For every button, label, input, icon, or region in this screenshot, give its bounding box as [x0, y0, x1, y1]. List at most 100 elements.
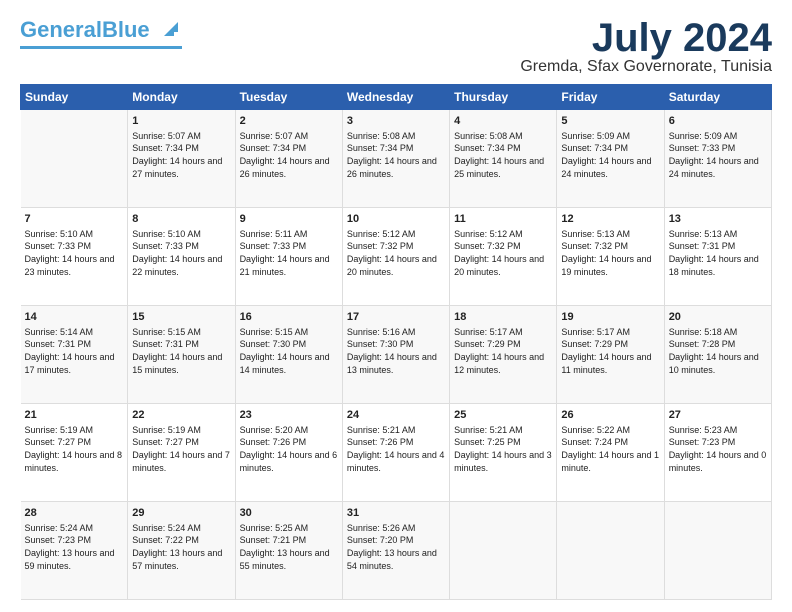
calendar-day-cell: 3Sunrise: 5:08 AMSunset: 7:34 PMDaylight…	[342, 110, 449, 208]
calendar-week-row: 14Sunrise: 5:14 AMSunset: 7:31 PMDayligh…	[21, 306, 772, 404]
sun-info: Sunrise: 5:17 AMSunset: 7:29 PMDaylight:…	[454, 326, 552, 376]
day-number: 29	[132, 506, 230, 521]
day-number: 11	[454, 212, 552, 227]
day-number: 31	[347, 506, 445, 521]
calendar-day-cell: 20Sunrise: 5:18 AMSunset: 7:28 PMDayligh…	[664, 306, 771, 404]
sun-info: Sunrise: 5:26 AMSunset: 7:20 PMDaylight:…	[347, 522, 445, 572]
day-number: 26	[561, 408, 659, 423]
day-number: 3	[347, 114, 445, 129]
calendar-day-cell: 5Sunrise: 5:09 AMSunset: 7:34 PMDaylight…	[557, 110, 664, 208]
calendar-day-cell: 28Sunrise: 5:24 AMSunset: 7:23 PMDayligh…	[21, 502, 128, 600]
calendar-day-cell: 24Sunrise: 5:21 AMSunset: 7:26 PMDayligh…	[342, 404, 449, 502]
sun-info: Sunrise: 5:08 AMSunset: 7:34 PMDaylight:…	[347, 130, 445, 180]
sun-info: Sunrise: 5:24 AMSunset: 7:23 PMDaylight:…	[25, 522, 124, 572]
day-number: 10	[347, 212, 445, 227]
calendar-day-cell: 18Sunrise: 5:17 AMSunset: 7:29 PMDayligh…	[450, 306, 557, 404]
page-subtitle: Gremda, Sfax Governorate, Tunisia	[520, 58, 772, 76]
calendar-day-cell: 6Sunrise: 5:09 AMSunset: 7:33 PMDaylight…	[664, 110, 771, 208]
day-number: 7	[25, 212, 124, 227]
logo-blue: Blue	[102, 17, 150, 42]
calendar-day-cell: 15Sunrise: 5:15 AMSunset: 7:31 PMDayligh…	[128, 306, 235, 404]
sun-info: Sunrise: 5:11 AMSunset: 7:33 PMDaylight:…	[240, 228, 338, 278]
calendar-week-row: 28Sunrise: 5:24 AMSunset: 7:23 PMDayligh…	[21, 502, 772, 600]
calendar-day-cell: 8Sunrise: 5:10 AMSunset: 7:33 PMDaylight…	[128, 208, 235, 306]
day-number: 9	[240, 212, 338, 227]
day-number: 23	[240, 408, 338, 423]
calendar-day-cell	[664, 502, 771, 600]
page-title: July 2024	[520, 18, 772, 58]
day-number: 6	[669, 114, 767, 129]
calendar-day-cell: 21Sunrise: 5:19 AMSunset: 7:27 PMDayligh…	[21, 404, 128, 502]
day-number: 27	[669, 408, 767, 423]
day-number: 4	[454, 114, 552, 129]
sun-info: Sunrise: 5:07 AMSunset: 7:34 PMDaylight:…	[240, 130, 338, 180]
sun-info: Sunrise: 5:08 AMSunset: 7:34 PMDaylight:…	[454, 130, 552, 180]
day-number: 25	[454, 408, 552, 423]
sun-info: Sunrise: 5:21 AMSunset: 7:25 PMDaylight:…	[454, 424, 552, 474]
day-number: 5	[561, 114, 659, 129]
sun-info: Sunrise: 5:15 AMSunset: 7:31 PMDaylight:…	[132, 326, 230, 376]
day-number: 20	[669, 310, 767, 325]
calendar-day-cell: 9Sunrise: 5:11 AMSunset: 7:33 PMDaylight…	[235, 208, 342, 306]
calendar-day-cell: 11Sunrise: 5:12 AMSunset: 7:32 PMDayligh…	[450, 208, 557, 306]
calendar-day-cell: 14Sunrise: 5:14 AMSunset: 7:31 PMDayligh…	[21, 306, 128, 404]
day-number: 19	[561, 310, 659, 325]
day-number: 21	[25, 408, 124, 423]
sun-info: Sunrise: 5:16 AMSunset: 7:30 PMDaylight:…	[347, 326, 445, 376]
calendar-day-cell: 23Sunrise: 5:20 AMSunset: 7:26 PMDayligh…	[235, 404, 342, 502]
sun-info: Sunrise: 5:13 AMSunset: 7:32 PMDaylight:…	[561, 228, 659, 278]
sun-info: Sunrise: 5:17 AMSunset: 7:29 PMDaylight:…	[561, 326, 659, 376]
sun-info: Sunrise: 5:25 AMSunset: 7:21 PMDaylight:…	[240, 522, 338, 572]
day-number: 15	[132, 310, 230, 325]
day-number: 30	[240, 506, 338, 521]
sun-info: Sunrise: 5:15 AMSunset: 7:30 PMDaylight:…	[240, 326, 338, 376]
sun-info: Sunrise: 5:20 AMSunset: 7:26 PMDaylight:…	[240, 424, 338, 474]
sun-info: Sunrise: 5:22 AMSunset: 7:24 PMDaylight:…	[561, 424, 659, 474]
calendar-day-cell: 26Sunrise: 5:22 AMSunset: 7:24 PMDayligh…	[557, 404, 664, 502]
logo-bar	[20, 46, 182, 49]
col-wednesday: Wednesday	[342, 85, 449, 110]
header: GeneralBlue July 2024 Gremda, Sfax Gover…	[20, 18, 772, 76]
title-block: July 2024 Gremda, Sfax Governorate, Tuni…	[520, 18, 772, 76]
col-saturday: Saturday	[664, 85, 771, 110]
day-number: 14	[25, 310, 124, 325]
calendar-day-cell: 12Sunrise: 5:13 AMSunset: 7:32 PMDayligh…	[557, 208, 664, 306]
col-thursday: Thursday	[450, 85, 557, 110]
logo-icon	[160, 18, 182, 40]
calendar-day-cell: 16Sunrise: 5:15 AMSunset: 7:30 PMDayligh…	[235, 306, 342, 404]
sun-info: Sunrise: 5:09 AMSunset: 7:34 PMDaylight:…	[561, 130, 659, 180]
day-number: 28	[25, 506, 124, 521]
calendar-day-cell: 27Sunrise: 5:23 AMSunset: 7:23 PMDayligh…	[664, 404, 771, 502]
calendar-day-cell: 25Sunrise: 5:21 AMSunset: 7:25 PMDayligh…	[450, 404, 557, 502]
sun-info: Sunrise: 5:21 AMSunset: 7:26 PMDaylight:…	[347, 424, 445, 474]
day-number: 13	[669, 212, 767, 227]
sun-info: Sunrise: 5:24 AMSunset: 7:22 PMDaylight:…	[132, 522, 230, 572]
col-tuesday: Tuesday	[235, 85, 342, 110]
sun-info: Sunrise: 5:12 AMSunset: 7:32 PMDaylight:…	[347, 228, 445, 278]
calendar-day-cell: 7Sunrise: 5:10 AMSunset: 7:33 PMDaylight…	[21, 208, 128, 306]
calendar-week-row: 7Sunrise: 5:10 AMSunset: 7:33 PMDaylight…	[21, 208, 772, 306]
sun-info: Sunrise: 5:07 AMSunset: 7:34 PMDaylight:…	[132, 130, 230, 180]
day-number: 2	[240, 114, 338, 129]
calendar-day-cell	[21, 110, 128, 208]
sun-info: Sunrise: 5:10 AMSunset: 7:33 PMDaylight:…	[132, 228, 230, 278]
calendar-day-cell: 2Sunrise: 5:07 AMSunset: 7:34 PMDaylight…	[235, 110, 342, 208]
calendar-table: Sunday Monday Tuesday Wednesday Thursday…	[20, 84, 772, 600]
calendar-week-row: 21 Sunrise: 5:19 AMSunset: 7:27 PMDayligh…	[21, 404, 772, 502]
calendar-day-cell: 30Sunrise: 5:25 AMSunset: 7:21 PMDayligh…	[235, 502, 342, 600]
calendar-day-cell: 31Sunrise: 5:26 AMSunset: 7:20 PMDayligh…	[342, 502, 449, 600]
day-number: 18	[454, 310, 552, 325]
calendar-day-cell: 10Sunrise: 5:12 AMSunset: 7:32 PMDayligh…	[342, 208, 449, 306]
sun-info: Sunrise: 5:10 AMSunset: 7:33 PMDaylight:…	[25, 228, 124, 278]
day-number: 17	[347, 310, 445, 325]
logo-text: GeneralBlue	[20, 18, 182, 44]
col-monday: Monday	[128, 85, 235, 110]
col-friday: Friday	[557, 85, 664, 110]
day-number: 16	[240, 310, 338, 325]
calendar-day-cell	[450, 502, 557, 600]
sun-info: Sunrise: 5:19 AMSunset: 7:27 PMDaylight:…	[132, 424, 230, 474]
sun-info: Sunrise: 5:23 AMSunset: 7:23 PMDaylight:…	[669, 424, 767, 474]
calendar-day-cell: 1Sunrise: 5:07 AMSunset: 7:34 PMDaylight…	[128, 110, 235, 208]
sun-info: Sunrise: 5:14 AMSunset: 7:31 PMDaylight:…	[25, 326, 124, 376]
sun-info: Sunrise: 5:18 AMSunset: 7:28 PMDaylight:…	[669, 326, 767, 376]
